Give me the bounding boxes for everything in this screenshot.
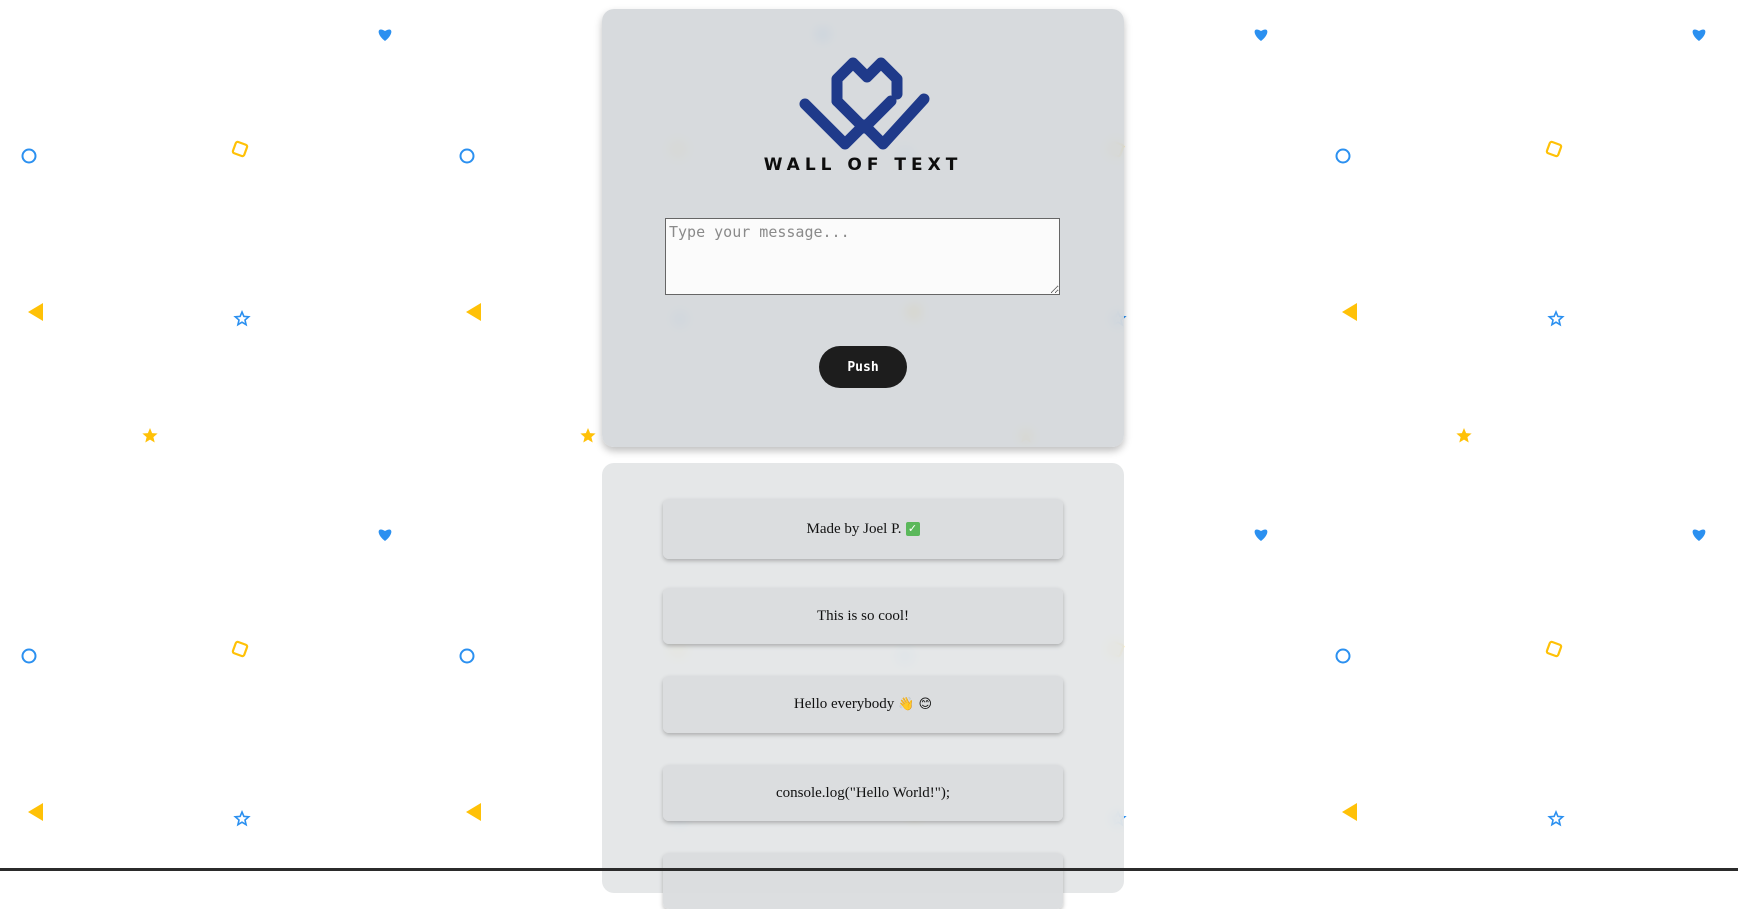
post-text: console.log("Hello World!");: [775, 784, 951, 801]
star-icon: [1456, 428, 1472, 443]
push-button[interactable]: Push: [819, 346, 907, 388]
message-post: Made by Joel P. ✓: [663, 499, 1063, 559]
triangle-icon: [466, 803, 481, 821]
circle-icon: [1335, 148, 1351, 164]
square-icon: [231, 140, 249, 158]
message-post: console.log("Hello World!");: [663, 765, 1063, 821]
triangle-icon: [1342, 803, 1357, 821]
star-icon: [580, 428, 596, 443]
star-icon: [142, 428, 158, 443]
message-post: [663, 853, 1063, 909]
heart-icon: [1692, 29, 1706, 41]
star-icon: [233, 809, 251, 827]
heart-icon: [1254, 29, 1268, 41]
heart-icon: [378, 529, 392, 541]
square-icon: [1545, 640, 1563, 658]
triangle-icon: [466, 303, 481, 321]
circle-icon: [21, 148, 37, 164]
star-icon: [1547, 809, 1565, 827]
triangle-icon: [28, 303, 43, 321]
square-icon: [1545, 140, 1563, 158]
message-post: This is so cool!: [663, 588, 1063, 644]
brand-title: WALL OF TEXT: [763, 155, 963, 175]
star-icon: [1547, 309, 1565, 327]
square-icon: [231, 640, 249, 658]
post-text: Hello everybody: [793, 696, 895, 712]
post-text: Made by Joel P.: [806, 520, 902, 537]
triangle-icon: [28, 803, 43, 821]
circle-icon: [1335, 648, 1351, 664]
post-text: This is so cool!: [816, 607, 910, 624]
heart-icon: [378, 29, 392, 41]
check-mark-emoji: ✓: [905, 522, 920, 536]
heart-icon: [1692, 529, 1706, 541]
waving-hand-emoji: 👋: [898, 697, 915, 712]
message-input[interactable]: [665, 218, 1060, 295]
wall-of-text-logo: [799, 57, 930, 150]
star-icon: [233, 309, 251, 327]
circle-icon: [21, 648, 37, 664]
triangle-icon: [1342, 303, 1357, 321]
circle-icon: [459, 648, 475, 664]
compose-panel: WALL OF TEXT Push: [602, 9, 1124, 447]
heart-icon: [1254, 529, 1268, 541]
circle-icon: [459, 148, 475, 164]
message-post: Hello everybody 👋 😊: [663, 676, 1063, 733]
message-wall: Made by Joel P. ✓ This is so cool! Hello…: [602, 463, 1124, 909]
smile-emoji: 😊: [918, 697, 933, 712]
